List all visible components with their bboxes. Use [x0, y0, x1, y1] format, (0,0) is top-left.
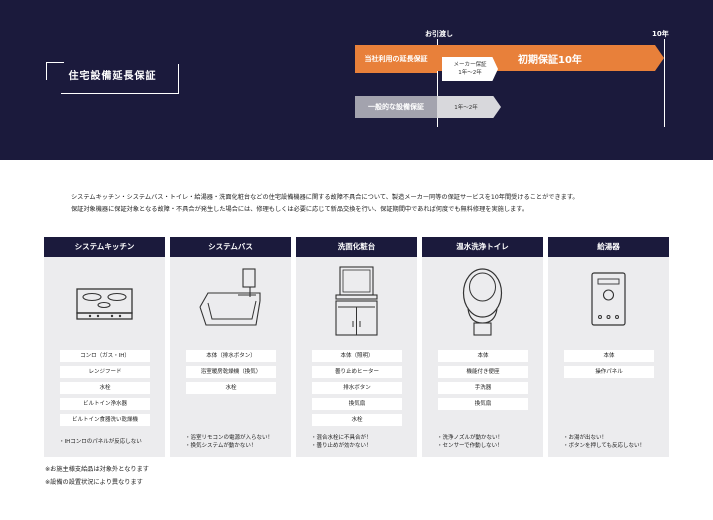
- header-banner: 住宅設備延長保証 お引渡し 10年 当社利用の延長保証 メーカー保証 1年～2年…: [0, 0, 713, 160]
- list-item: 本体: [438, 350, 528, 362]
- page-title: 住宅設備延長保証: [68, 71, 157, 82]
- list-item: 本体（排水ボタン）: [186, 350, 276, 362]
- vanity-icon: [335, 266, 378, 336]
- example-note: ・曇り止めが効かない！: [311, 443, 372, 449]
- category-card-toilet: 温水洗浄トイレ 本体 機能付き便座 手洗器 換気扇 ・洗浄ノズルが動かない！ ・…: [422, 237, 543, 457]
- list-item: レンジフード: [60, 366, 150, 378]
- category-card-kitchen: システムキッチン コンロ（ガス・IH） レンジフード 水栓 ビルトイン浄水器 ビ…: [44, 237, 165, 457]
- extended-warranty-label: 当社利用の延長保証: [355, 45, 437, 73]
- general-warranty-arrow: 1年～2年: [437, 96, 501, 118]
- category-title: 温水洗浄トイレ: [422, 237, 543, 257]
- bathtub-icon: [199, 268, 261, 326]
- intro-line-2: 保証対象機器に保証対象となる故障・不具合が発生した場合には、修理もしくは必要に応…: [71, 206, 529, 213]
- footnote: ※お施主様支給品は対象外となります: [45, 466, 149, 473]
- example-note: ・换気システムが動かない！: [185, 443, 257, 449]
- example-note: ・センサーで作動しない！: [437, 443, 503, 449]
- category-title: システムバス: [170, 237, 291, 257]
- intro-line-1: システムキッチン・システムバス・トイレ・給湯器・洗面化粧台などの住宅設備機器に関…: [71, 194, 579, 201]
- list-item: ビルトイン浄水器: [60, 398, 150, 410]
- list-item: 換気扇: [438, 398, 528, 410]
- example-note: ・洗浄ノズルが動かない！: [437, 435, 504, 441]
- list-item: 本体（照明）: [312, 350, 402, 362]
- list-item: 機能付き便座: [438, 366, 528, 378]
- list-item: コンロ（ガス・IH）: [60, 350, 150, 362]
- list-item: 水栓: [60, 382, 150, 394]
- list-item: 浴室暖房乾燥機（換気）: [186, 366, 276, 378]
- maker-warranty-box: メーカー保証 1年～2年: [442, 57, 498, 81]
- category-title: 給湯器: [548, 237, 669, 257]
- category-card-bath: システムバス 本体（排水ボタン） 浴室暖房乾燥機（換気） 水栓 ・浴室リモコンの…: [170, 237, 291, 457]
- title-frame: 住宅設備延長保証: [46, 62, 179, 94]
- example-note: ・浴室リモコンの電源が入らない！: [185, 435, 274, 441]
- category-title: システムキッチン: [44, 237, 165, 257]
- category-title: 洗面化粧台: [296, 237, 417, 257]
- general-warranty-label: 一般的な設備保証: [355, 96, 437, 118]
- initial-warranty-text: 初期保証10年: [518, 55, 582, 66]
- footnote: ※設備の設置状況により異なります: [45, 479, 143, 486]
- list-item: 本体: [564, 350, 654, 362]
- ten-years-label: 10年: [652, 30, 669, 38]
- list-item: 操作パネル: [564, 366, 654, 378]
- example-note: ・混合水栓に不具合が！: [311, 435, 372, 441]
- list-item: 排水ボタン: [312, 382, 402, 394]
- category-card-water-heater: 給湯器 本体 操作パネル ・お湯が出ない！ ・ボタンを押しても反応しない！: [548, 237, 669, 457]
- list-item: 水栓: [186, 382, 276, 394]
- list-item: 換気扇: [312, 398, 402, 410]
- intro-text: システムキッチン・システムバス・トイレ・給湯器・洗面化粧台などの住宅設備機器に関…: [71, 192, 671, 216]
- example-note: ・ボタンを押しても反応しない！: [563, 443, 646, 449]
- water-heater-icon: [591, 272, 626, 326]
- list-item: ビルトイン食器洗い乾燥機: [60, 414, 150, 426]
- handover-label: お引渡し: [425, 30, 453, 38]
- maker-warranty-years: 1年～2年: [458, 70, 482, 76]
- list-item: 手洗器: [438, 382, 528, 394]
- example-note: ・お湯が出ない！: [563, 435, 608, 441]
- category-card-vanity: 洗面化粧台 本体（照明） 曇り止めヒーター 排水ボタン 換気扇 水栓 ・混合水栓…: [296, 237, 417, 457]
- stove-icon: [76, 288, 133, 320]
- list-item: 曇り止めヒーター: [312, 366, 402, 378]
- list-item: 水栓: [312, 414, 402, 426]
- toilet-icon: [462, 268, 503, 336]
- ten-years-line: [664, 39, 665, 127]
- maker-warranty-title: メーカー保証: [453, 62, 487, 68]
- example-note: ・IHコンロのパネルが反応しない: [59, 439, 142, 445]
